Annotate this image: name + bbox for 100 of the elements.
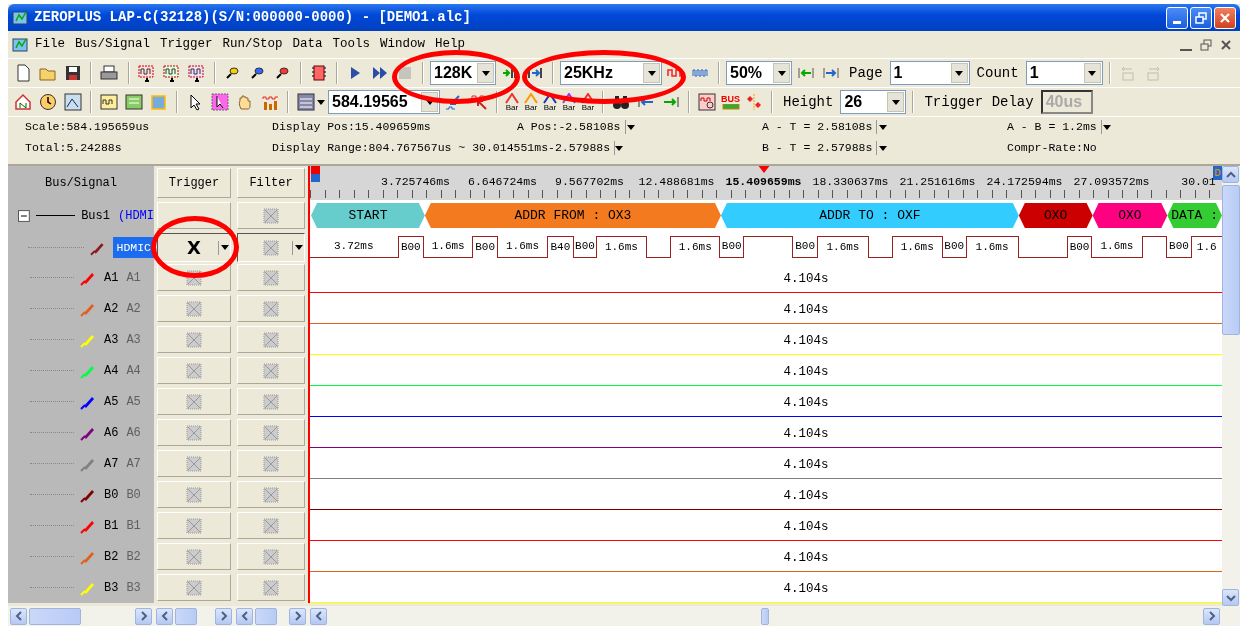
signal-reading: 4.104s xyxy=(782,519,830,536)
window-icon[interactable] xyxy=(698,93,716,111)
close-button[interactable] xyxy=(1214,6,1236,29)
scroll-thumb[interactable] xyxy=(761,607,769,625)
scroll-right-button[interactable] xyxy=(215,607,232,625)
channel-alias: A7 xyxy=(126,455,141,473)
chevron-icon xyxy=(240,611,249,621)
signal-reading: 4.104s xyxy=(782,581,830,598)
menu-item[interactable]: Bus/Signal xyxy=(70,35,156,54)
page-combo[interactable]: 1 xyxy=(889,61,970,85)
marker-icon xyxy=(523,92,539,104)
ruler-label: 30.01 xyxy=(1181,175,1216,188)
trigger-setting-button[interactable] xyxy=(237,233,305,262)
menu-item[interactable]: Data xyxy=(287,35,328,54)
chevron-icon xyxy=(1225,593,1236,602)
trigger-setting-button[interactable]: X xyxy=(157,233,231,262)
arrow-icon[interactable] xyxy=(470,93,488,111)
restore-button[interactable] xyxy=(1190,6,1212,29)
waveform-icon[interactable] xyxy=(188,64,206,82)
scroll-up-button[interactable] xyxy=(1222,166,1239,183)
column-header[interactable]: Trigger xyxy=(157,168,231,198)
caret-icon xyxy=(1088,70,1097,76)
bar-icon[interactable]: Bar xyxy=(542,92,558,112)
page-icon[interactable] xyxy=(14,64,32,82)
diamond-icon[interactable] xyxy=(745,93,763,111)
ruler-label: 6.646724ms xyxy=(468,175,537,188)
dropdown-button[interactable] xyxy=(1100,120,1113,134)
memory-depth-combo[interactable]: 128K xyxy=(430,61,496,85)
menu-item[interactable]: Tools xyxy=(327,35,376,54)
window-icon[interactable] xyxy=(64,93,82,111)
bus-icon[interactable]: BUS xyxy=(721,94,740,110)
crossed-box-icon xyxy=(262,206,280,225)
pulse-label: 3.72ms xyxy=(310,236,398,258)
select-icon[interactable] xyxy=(211,93,229,111)
decoded-segment: OXO xyxy=(1018,203,1093,228)
signal-reading: 4.104s xyxy=(782,550,830,567)
pulse-label: 1.6ms xyxy=(891,236,942,258)
grid-icon[interactable] xyxy=(297,93,315,111)
dropdown-button[interactable] xyxy=(614,141,624,155)
scroll-left-button[interactable] xyxy=(156,607,173,625)
scroll-left-button[interactable] xyxy=(10,607,27,625)
menu-item[interactable]: Window xyxy=(375,35,431,54)
crossed-box-icon xyxy=(262,330,280,349)
scroll-thumb[interactable] xyxy=(29,607,81,625)
scroll-left-button[interactable] xyxy=(310,607,327,625)
dropdown-button[interactable] xyxy=(876,120,889,134)
signal-reading: 4.104s xyxy=(782,426,830,443)
waveform-icon[interactable] xyxy=(138,64,156,82)
crossed-box-icon xyxy=(185,485,203,504)
stop-icon[interactable] xyxy=(396,64,414,82)
frequency-combo[interactable]: 25KHz xyxy=(560,61,662,85)
close-icon[interactable] xyxy=(1220,38,1232,51)
waveform-icon[interactable] xyxy=(163,64,181,82)
bar-icon[interactable]: Bar xyxy=(580,92,596,112)
scroll-down-button[interactable] xyxy=(1222,589,1239,606)
scroll-thumb[interactable] xyxy=(255,607,277,625)
bar-chart-icon[interactable] xyxy=(261,93,279,111)
scroll-thumb[interactable] xyxy=(175,607,197,625)
channel-alias: A1 xyxy=(126,269,141,287)
chip-icon[interactable] xyxy=(310,64,328,82)
decoded-segment: ADDR TO : OXF xyxy=(720,203,1019,228)
scroll-right-button[interactable] xyxy=(135,607,152,625)
scroll-right-button[interactable] xyxy=(289,607,306,625)
menu-item[interactable]: File xyxy=(30,35,70,54)
menu-item[interactable]: Run/Stop xyxy=(217,35,288,54)
menu-item[interactable]: Help xyxy=(430,35,471,54)
crossed-box-icon xyxy=(262,578,280,597)
clock-icon[interactable] xyxy=(39,93,57,111)
dropdown-button[interactable] xyxy=(624,120,637,134)
pulse-label: 1.6ms xyxy=(965,236,1018,258)
house-icon[interactable] xyxy=(14,93,32,111)
channel-alias: A5 xyxy=(126,393,141,411)
bar-icon[interactable]: Bar xyxy=(523,92,539,112)
channel-name: B0 xyxy=(104,486,119,504)
pulse-label: B40 xyxy=(547,236,573,258)
count-combo[interactable]: 1 xyxy=(1025,61,1103,85)
height-combo[interactable]: 26 xyxy=(840,90,907,114)
signal-name[interactable]: HDMIC xyxy=(113,236,154,259)
caret-icon xyxy=(481,70,490,76)
scroll-left-button[interactable] xyxy=(236,607,253,625)
caret-icon xyxy=(425,99,434,105)
column-header[interactable]: Filter xyxy=(237,168,305,198)
restore-icon[interactable] xyxy=(1200,38,1212,51)
fast-forward-icon[interactable] xyxy=(371,64,389,82)
binoculars-icon[interactable] xyxy=(612,93,630,111)
scroll-right-button[interactable] xyxy=(1203,607,1220,625)
minimize-button[interactable] xyxy=(1166,6,1188,29)
window-icon[interactable] xyxy=(100,93,118,111)
scroll-thumb[interactable] xyxy=(1222,185,1240,335)
collapse-icon[interactable] xyxy=(18,209,30,222)
hand-icon[interactable] xyxy=(236,93,254,111)
bar-icon[interactable]: Bar xyxy=(504,92,520,112)
dropdown-button[interactable] xyxy=(876,141,889,155)
menu-item[interactable]: Trigger xyxy=(155,35,218,54)
channel-name: B3 xyxy=(104,579,119,597)
scale-field[interactable]: 584.19565 xyxy=(328,90,440,114)
arrow-icon[interactable] xyxy=(445,93,463,111)
printer-icon[interactable] xyxy=(100,64,120,82)
zoom-combo[interactable]: 50% xyxy=(726,61,792,85)
bar-icon[interactable]: Bar xyxy=(561,92,577,112)
